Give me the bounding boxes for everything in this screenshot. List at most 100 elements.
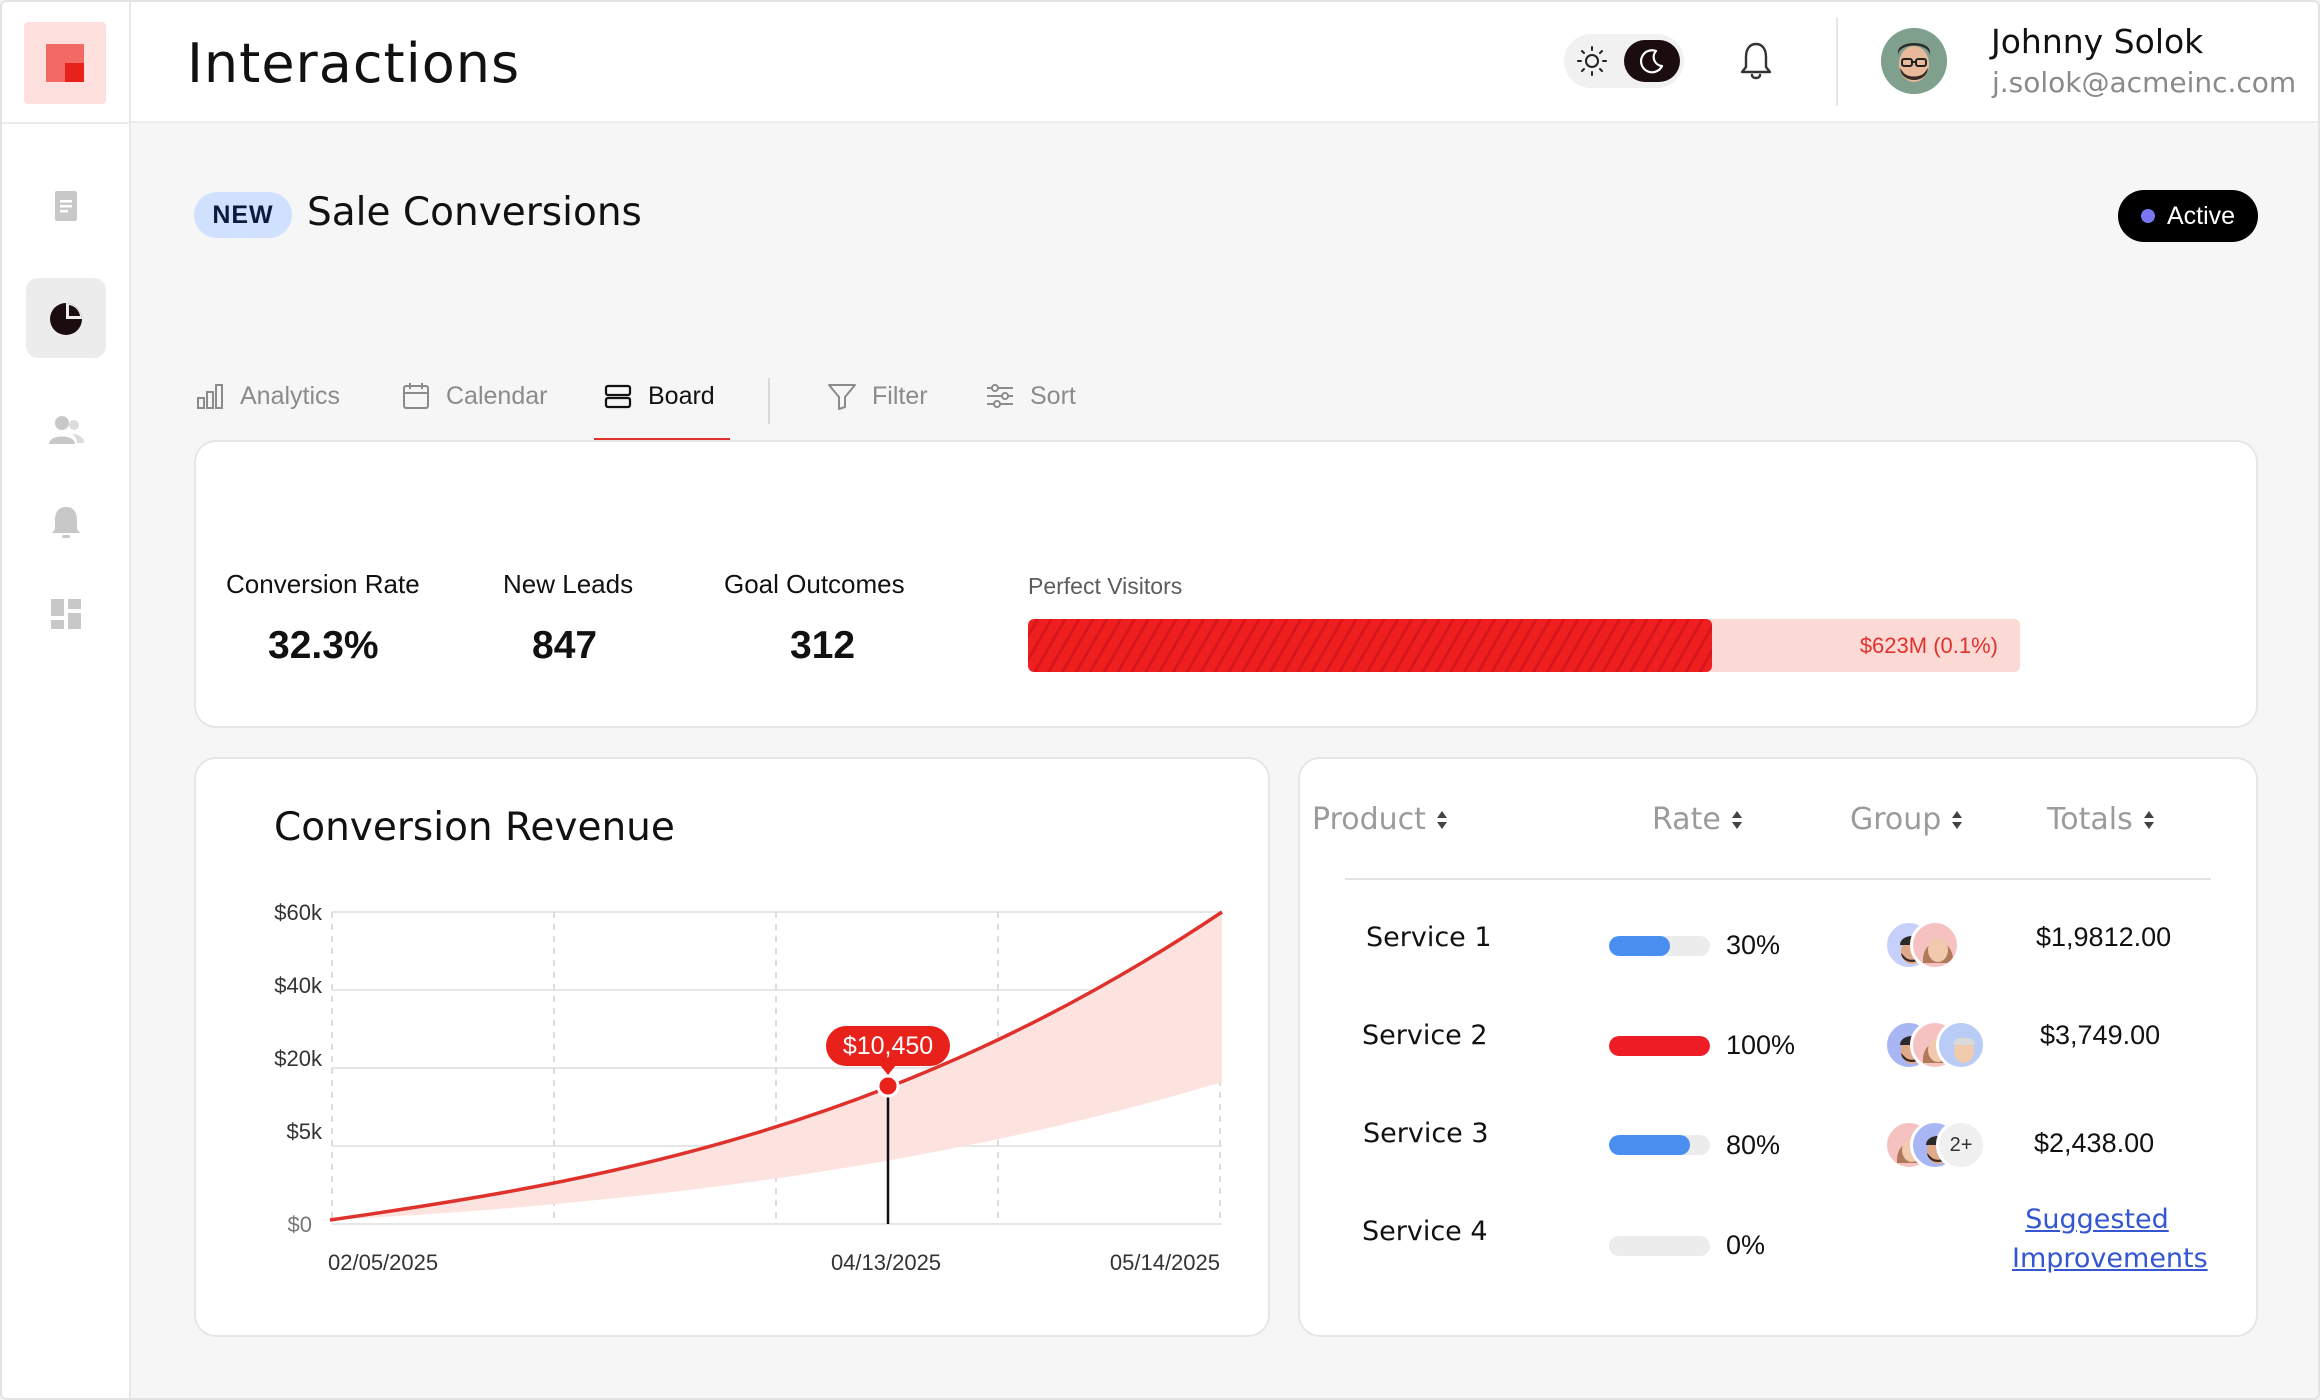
sidebar-item-documents[interactable] <box>26 166 106 246</box>
sidebar-divider <box>2 122 131 124</box>
app-window: Interactions Johnny Solok j.solok@acmein… <box>0 0 2320 1400</box>
rate-bar-fill <box>1609 936 1670 956</box>
row-product-name: Service 4 <box>1362 1216 1488 1247</box>
x-tick-label: 05/14/2025 <box>1110 1250 1220 1275</box>
rate-bar <box>1609 1236 1710 1256</box>
pie-chart-icon <box>50 303 82 335</box>
row-product-name: Service 2 <box>1362 1020 1488 1051</box>
row-product-name: Service 1 <box>1366 922 1492 953</box>
users-icon <box>49 416 84 444</box>
tab-analytics[interactable]: Analytics <box>194 382 340 448</box>
bar-chart-icon <box>197 384 223 409</box>
stat-value-new-leads: 847 <box>532 624 598 667</box>
document-icon <box>55 191 77 221</box>
calendar-icon <box>403 383 429 409</box>
perfect-visitors-value: $623M (0.1%) <box>1859 633 1998 658</box>
y-tick-label: $60k <box>274 900 323 925</box>
perfect-visitors-label: Perfect Visitors <box>1028 573 1183 599</box>
rate-value: 80% <box>1726 1130 1781 1160</box>
new-badge: NEW <box>194 192 292 238</box>
moon-icon <box>1639 49 1664 74</box>
tab-label: Filter <box>872 382 928 410</box>
rate-bar-fill <box>1609 1036 1710 1056</box>
perfect-visitors-bar: $623M (0.1%) <box>1028 619 2020 672</box>
moon-button[interactable] <box>1624 40 1680 82</box>
rate-value: 30% <box>1726 930 1781 960</box>
stat-value-conversion-rate: 32.3% <box>268 624 379 667</box>
top-header: Interactions Johnny Solok j.solok@acmein… <box>131 2 2318 123</box>
rate-bar <box>1609 1036 1710 1056</box>
sidebar-item-dashboard[interactable] <box>26 574 106 654</box>
tab-filter[interactable]: Filter <box>826 382 928 448</box>
column-label: Group <box>1850 802 1942 837</box>
column-header-group[interactable]: Group <box>1850 802 1963 837</box>
rate-value: 100% <box>1726 1030 1796 1060</box>
sidebar-item-users[interactable] <box>26 390 106 470</box>
column-header-rate[interactable]: Rate <box>1652 802 1743 837</box>
table-header-divider <box>1345 878 2211 880</box>
user-name: Johnny Solok <box>1991 22 2204 61</box>
highlight-point[interactable] <box>876 1074 900 1098</box>
sidebar <box>2 2 131 1398</box>
column-label: Totals <box>2047 802 2133 837</box>
column-label: Rate <box>1652 802 1721 837</box>
filter-icon <box>828 384 856 410</box>
row-total: $1,9812.00 <box>2036 922 2172 952</box>
tab-calendar[interactable]: Calendar <box>400 382 547 448</box>
rate-bar-fill <box>1609 1135 1690 1155</box>
tab-label: Sort <box>1030 382 1076 410</box>
y-tick-label: $40k <box>274 973 323 998</box>
stat-label-new-leads: New Leads <box>503 569 634 599</box>
column-label: Product <box>1312 802 1426 837</box>
theme-toggle[interactable] <box>1564 34 1684 88</box>
stat-label-goal-outcomes: Goal Outcomes <box>724 569 905 599</box>
row-product-name: Service 3 <box>1363 1118 1489 1149</box>
bell-icon <box>52 507 80 538</box>
header-divider <box>1836 18 1838 106</box>
stat-label-conversion-rate: Conversion Rate <box>226 569 420 599</box>
sliders-icon <box>987 384 1013 408</box>
sort-arrows-icon <box>1952 810 1963 829</box>
stat-value-goal-outcomes: 312 <box>790 624 856 667</box>
sun-icon[interactable] <box>1576 45 1608 77</box>
status-badge[interactable]: Active <box>2118 190 2258 242</box>
sort-arrows-icon <box>1436 810 1447 829</box>
conversion-revenue-chart: $10,450 $60k $40k $20k $5k $0 02/05/2025… <box>274 900 1223 1275</box>
tooltip-value: $10,450 <box>843 1032 933 1060</box>
notification-bell-icon[interactable] <box>1736 40 1776 82</box>
status-dot <box>2140 209 2155 223</box>
dashboard-icon <box>51 599 81 629</box>
column-header-totals[interactable]: Totals <box>2047 802 2155 837</box>
rate-value: 0% <box>1726 1230 1766 1260</box>
avatar <box>1910 920 1960 970</box>
x-tick-label: 02/05/2025 <box>328 1250 438 1275</box>
sidebar-item-notifications[interactable] <box>26 482 106 562</box>
perfect-visitors-fill <box>1028 619 1713 672</box>
y-tick-label: $5k <box>287 1119 323 1144</box>
user-email: j.solok@acmeinc.com <box>1992 66 2297 99</box>
sort-arrows-icon <box>1731 810 1742 829</box>
section-title: Sale Conversions <box>307 190 642 235</box>
tab-sort[interactable]: Sort <box>984 382 1076 448</box>
column-header-product[interactable]: Product <box>1312 802 1448 837</box>
rate-bar <box>1609 1135 1710 1155</box>
rate-bar <box>1609 936 1710 956</box>
status-label: Active <box>2166 201 2236 230</box>
x-tick-label: 04/13/2025 <box>831 1250 941 1275</box>
avatar <box>1936 1020 1986 1070</box>
suggested-improvements-link[interactable]: Suggested Improvements <box>2012 1200 2208 1278</box>
app-logo[interactable] <box>24 22 106 104</box>
sort-arrows-icon <box>2143 810 2154 829</box>
more-members-badge: 2+ <box>1936 1120 1986 1170</box>
sidebar-item-analytics[interactable] <box>26 278 106 358</box>
page-title: Interactions <box>187 32 521 95</box>
tab-label: Board <box>648 382 715 410</box>
tab-divider <box>768 378 770 424</box>
tab-label: Analytics <box>240 382 341 410</box>
chart-title: Conversion Revenue <box>274 805 675 850</box>
user-avatar[interactable] <box>1881 28 1947 94</box>
y-tick-label: $20k <box>274 1046 323 1071</box>
y-tick-label: $0 <box>288 1212 312 1237</box>
revenue-band <box>330 912 1222 1220</box>
row-total: $3,749.00 <box>2040 1020 2161 1050</box>
